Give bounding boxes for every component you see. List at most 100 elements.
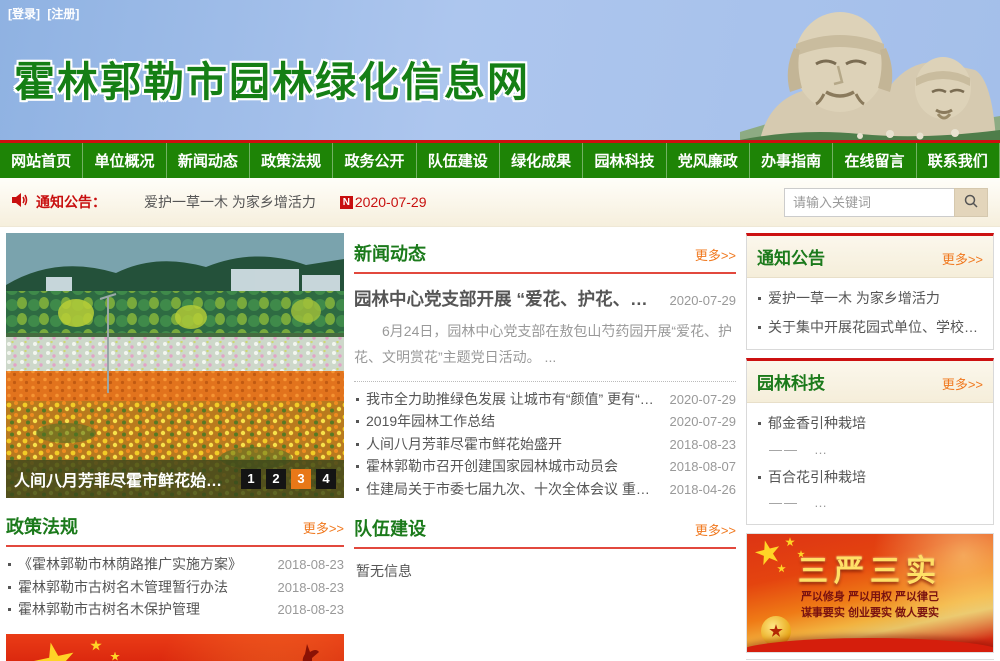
team-section-header: 队伍建设 更多>> (354, 508, 736, 549)
news-date: 2020-07-29 (670, 414, 737, 429)
news-section-header: 新闻动态 更多>> (354, 233, 736, 274)
right-sidebar: 通知公告 更多>> 爱护一草一木 为家乡增活力 关于集中开展花园式单位、学校、工… (746, 233, 994, 661)
list-item: 霍林郭勒市古树名木管理暂行办法 2018-08-23 (6, 577, 344, 600)
list-item: 2019年园林工作总结 2020-07-29 (354, 411, 736, 434)
speaker-icon (12, 192, 29, 213)
small-star-icon (90, 640, 102, 652)
nav-item-team[interactable]: 队伍建设 (417, 143, 500, 178)
notice-box-link[interactable]: 爱护一草一木 为家乡增活力 (757, 284, 983, 313)
small-star-icon (110, 652, 120, 661)
news-date: 2018-08-23 (670, 437, 737, 452)
site-header: [登录] [注册] 霍林郭勒市园林绿化信息网 (0, 0, 1000, 140)
policy-link[interactable]: 霍林郭勒市古树名木保护管理 (6, 599, 268, 619)
team-more-link[interactable]: 更多>> (695, 520, 736, 539)
team-section: 队伍建设 更多>> 暂无信息 (354, 508, 736, 593)
news-section-title: 新闻动态 (354, 240, 426, 266)
left-column: 人间八月芳菲尽霍市鲜花始盛开 1 2 3 4 政策法规 更多>> 《霍林郭勒市林… (6, 233, 344, 661)
notice-date: 2020-07-29 (355, 194, 427, 210)
nav-item-garden-tech[interactable]: 园林科技 (583, 143, 666, 178)
topbar: [登录] [注册] (8, 5, 83, 22)
photo-slider[interactable]: 人间八月芳菲尽霍市鲜花始盛开 1 2 3 4 (6, 233, 344, 498)
nav-item-message[interactable]: 在线留言 (833, 143, 916, 178)
flower-field-photo (6, 233, 344, 498)
list-item: 我市全力助推绿色发展 让城市有“颜值” 更有“气质” 2020-07-29 (354, 389, 736, 412)
emblem-star-icon (769, 624, 783, 638)
nav-item-guide[interactable]: 办事指南 (750, 143, 833, 178)
notice-label: 通知公告： (36, 192, 106, 212)
slider-page-2[interactable]: 2 (266, 469, 286, 489)
three-stricts-banner[interactable]: 三严三实 严以修身 严以用权 严以律己 谋事要实 创业要实 做人要实 (746, 533, 994, 653)
list-item: 霍林郭勒市召开创建国家园林城市动员会 2018-08-07 (354, 456, 736, 479)
garden-tech-more-link[interactable]: 更多>> (942, 374, 983, 393)
nav-item-about[interactable]: 单位概况 (83, 143, 166, 178)
news-link[interactable]: 2019年园林工作总结 (354, 411, 660, 431)
policy-section-header: 政策法规 更多>> (6, 506, 344, 547)
list-item: 人间八月芳菲尽霍市鲜花始盛开 2018-08-23 (354, 434, 736, 457)
news-link[interactable]: 住建局关于市委七届九次、十次全体会议 重点工作任... (354, 479, 660, 499)
page-title: 霍林郭勒市园林绿化信息网 (14, 48, 530, 108)
news-list: 我市全力助推绿色发展 让城市有“颜值” 更有“气质” 2020-07-29 20… (354, 389, 736, 502)
nav-item-contact[interactable]: 联系我们 (917, 143, 1000, 178)
policy-section: 政策法规 更多>> 《霍林郭勒市林荫路推广实施方案》 2018-08-23 霍林… (6, 506, 344, 622)
nav-item-gov-affairs[interactable]: 政务公开 (333, 143, 416, 178)
news-date: 2018-08-07 (670, 459, 737, 474)
featured-news-title[interactable]: 园林中心党支部开展 “爱花、护花、文明... (354, 286, 662, 311)
nav-item-policy[interactable]: 政策法规 (250, 143, 333, 178)
slider-page-4[interactable]: 4 (316, 469, 336, 489)
news-section: 新闻动态 更多>> 园林中心党支部开展 “爱花、护花、文明... 2020-07… (354, 233, 736, 495)
slider-caption-bar: 人间八月芳菲尽霍市鲜花始盛开 1 2 3 4 (6, 460, 344, 498)
notice-box-link[interactable]: 关于集中开展花园式单位、学校、工厂... (757, 313, 983, 342)
notice-ticker-bar: 通知公告： 爱护一草一木 为家乡增活力 N 2020-07-29 (0, 178, 1000, 227)
main-content: 人间八月芳菲尽霍市鲜花始盛开 1 2 3 4 政策法规 更多>> 《霍林郭勒市林… (0, 227, 1000, 661)
nav-item-news[interactable]: 新闻动态 (167, 143, 250, 178)
garden-tech-box: 园林科技 更多>> 郁金香引种栽培 —— … 百合花引种栽培 —— … (746, 358, 994, 525)
policy-more-link[interactable]: 更多>> (303, 518, 344, 537)
garden-tech-link[interactable]: 百合花引种栽培 (757, 463, 983, 492)
news-link[interactable]: 霍林郭勒市召开创建国家园林城市动员会 (354, 456, 660, 476)
team-empty-text: 暂无信息 (354, 549, 736, 593)
news-date: 2018-04-26 (670, 482, 737, 497)
notice-box-more-link[interactable]: 更多>> (942, 249, 983, 268)
statue-silhouette (282, 638, 326, 661)
banner-line1: 严以修身 严以用权 严以律己 (747, 588, 993, 604)
garden-tech-box-title: 园林科技 (757, 369, 825, 394)
policy-section-title: 政策法规 (6, 513, 78, 539)
genghis-khan-statues-image (740, 0, 1000, 140)
red-flag-banner[interactable] (6, 634, 344, 661)
featured-news: 园林中心党支部开展 “爱花、护花、文明... 2020-07-29 (354, 286, 736, 311)
search-input[interactable] (784, 188, 954, 217)
garden-tech-link[interactable]: 郁金香引种栽培 (757, 409, 983, 438)
policy-link[interactable]: 霍林郭勒市古树名木管理暂行办法 (6, 577, 268, 597)
register-link[interactable]: [注册] (47, 7, 79, 21)
notice-box-title: 通知公告 (757, 244, 825, 269)
list-item: 霍林郭勒市古树名木保护管理 2018-08-23 (6, 599, 344, 622)
search-button[interactable] (954, 188, 988, 217)
nav-item-party[interactable]: 党风廉政 (667, 143, 750, 178)
search-bar (784, 188, 988, 217)
garden-tech-sub: —— … (757, 491, 983, 516)
notice-box-header: 通知公告 更多>> (747, 236, 993, 278)
search-icon (963, 193, 979, 212)
nav-item-home[interactable]: 网站首页 (0, 143, 83, 178)
middle-column: 新闻动态 更多>> 园林中心党支部开展 “爱花、护花、文明... 2020-07… (354, 233, 736, 661)
login-link[interactable]: [登录] (8, 7, 40, 21)
slider-page-3-active[interactable]: 3 (291, 469, 311, 489)
policy-link[interactable]: 《霍林郭勒市林荫路推广实施方案》 (6, 554, 268, 574)
garden-tech-box-header: 园林科技 更多>> (747, 361, 993, 403)
garden-tech-sub: —— … (757, 438, 983, 463)
notice-box: 通知公告 更多>> 爱护一草一木 为家乡增活力 关于集中开展花园式单位、学校、工… (746, 233, 994, 350)
news-link[interactable]: 人间八月芳菲尽霍市鲜花始盛开 (354, 434, 660, 454)
main-navigation: 网站首页 单位概况 新闻动态 政策法规 政务公开 队伍建设 绿化成果 园林科技 … (0, 140, 1000, 178)
slider-page-1[interactable]: 1 (241, 469, 261, 489)
list-item: 住建局关于市委七届九次、十次全体会议 重点工作任... 2018-04-26 (354, 479, 736, 502)
nav-item-greening[interactable]: 绿化成果 (500, 143, 583, 178)
featured-news-date: 2020-07-29 (670, 293, 737, 308)
policy-date: 2018-08-23 (278, 602, 345, 617)
list-item: 《霍林郭勒市林荫路推广实施方案》 2018-08-23 (6, 554, 344, 577)
slider-caption[interactable]: 人间八月芳菲尽霍市鲜花始盛开 (14, 467, 236, 491)
news-link[interactable]: 我市全力助推绿色发展 让城市有“颜值” 更有“气质” (354, 389, 660, 409)
policy-date: 2018-08-23 (278, 580, 345, 595)
news-more-link[interactable]: 更多>> (695, 245, 736, 264)
new-badge: N (340, 196, 353, 209)
notice-ticker-link[interactable]: 爱护一草一木 为家乡增活力 (144, 192, 316, 212)
